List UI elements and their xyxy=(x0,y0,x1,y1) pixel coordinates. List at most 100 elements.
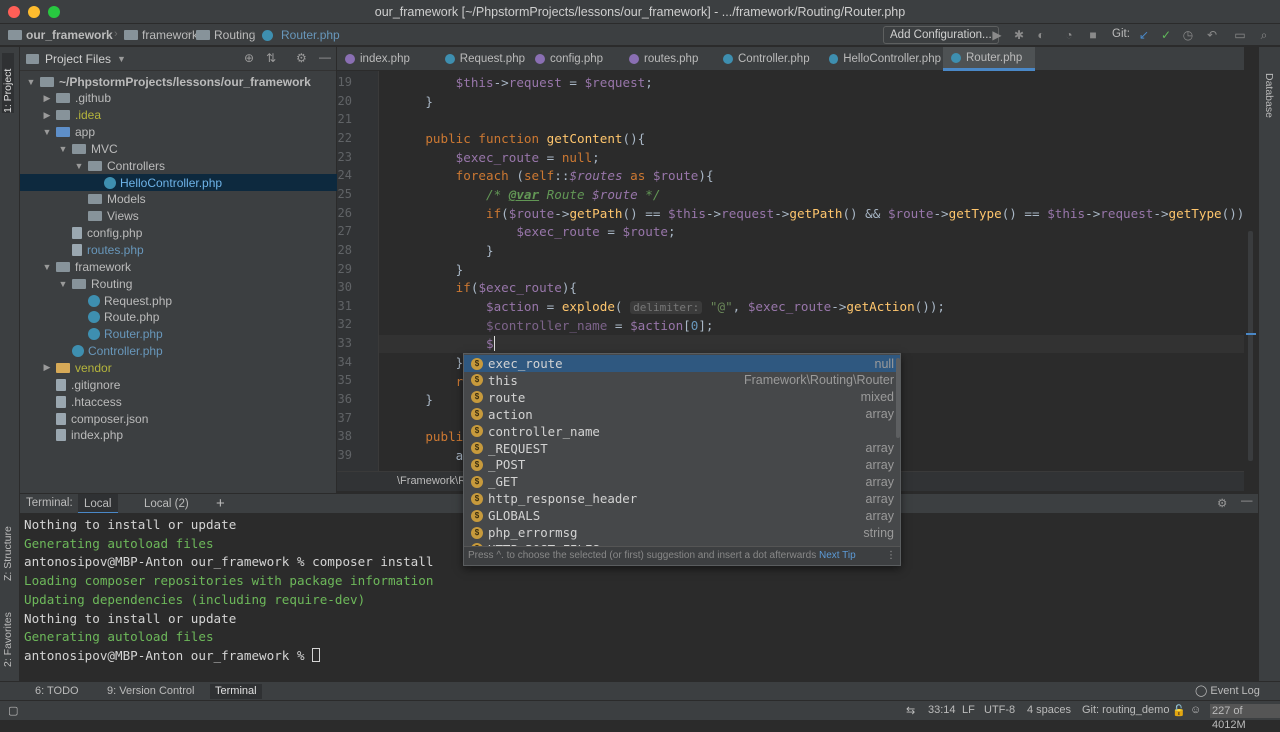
tree-item[interactable]: ▼ Controllers xyxy=(20,157,337,174)
tree-item-label: app xyxy=(75,125,96,140)
tool-tab-structure[interactable]: Z: Structure xyxy=(2,517,14,581)
completion-scrollbar[interactable] xyxy=(896,358,900,438)
tree-item[interactable]: Route.php xyxy=(20,309,337,326)
tool-tab-version-control[interactable]: 9: Version Control xyxy=(102,684,199,699)
breadcrumb-project[interactable]: our_framework xyxy=(8,27,113,43)
tree-item[interactable]: ▶ vendor xyxy=(20,359,337,376)
tree-item[interactable]: ▼ ~/PhpstormProjects/lessons/our_framewor… xyxy=(20,73,337,90)
next-tip-link[interactable]: Next Tip xyxy=(819,550,856,561)
tree-item[interactable]: Request.php xyxy=(20,292,337,309)
completion-item[interactable]: $ GLOBALS array xyxy=(464,507,900,524)
completion-item[interactable]: $ this Framework\Routing\Router xyxy=(464,372,900,389)
completion-item[interactable]: $ http_response_header array xyxy=(464,490,900,507)
tree-item[interactable]: ▼ Routing xyxy=(20,275,337,292)
more-icon[interactable]: ⋮ xyxy=(886,547,896,565)
search-everywhere-icon[interactable]: ⌕ xyxy=(1257,28,1271,42)
git-commit-icon[interactable]: ✓ xyxy=(1159,28,1173,42)
indent-setting[interactable]: 4 spaces xyxy=(1027,704,1071,716)
tree-item[interactable]: Router.php xyxy=(20,326,337,343)
terminal-tab-local-2[interactable]: Local (2) xyxy=(138,494,195,514)
editor-tab-label: config.php xyxy=(550,53,604,65)
add-configuration-button[interactable]: Add Configuration... xyxy=(883,26,999,44)
tree-item[interactable]: ▼ framework xyxy=(20,258,337,275)
chevron-down-icon[interactable]: ▼ xyxy=(58,279,68,289)
chevron-down-icon[interactable]: ▼ xyxy=(26,77,36,87)
tree-item[interactable]: Views xyxy=(20,208,337,225)
gear-icon[interactable]: ⚙ xyxy=(1217,496,1227,510)
completion-item[interactable]: $ action array xyxy=(464,406,900,423)
editor-tab[interactable]: HelloController.php xyxy=(821,47,941,71)
chevron-right-icon[interactable]: ▶ xyxy=(42,362,52,373)
chevron-down-icon[interactable]: ▼ xyxy=(58,144,68,154)
completion-item[interactable]: $ php_errormsg string xyxy=(464,524,900,541)
git-history-icon[interactable]: ◷ xyxy=(1181,28,1195,42)
tree-item[interactable]: ▶ .github xyxy=(20,90,337,107)
tree-item[interactable]: Controller.php xyxy=(20,343,337,360)
completion-item-type: string xyxy=(863,525,894,540)
tree-item[interactable]: .htaccess xyxy=(20,393,337,410)
collapse-all-icon[interactable]: ⇅ xyxy=(266,51,276,65)
project-view-selector[interactable]: Project Files xyxy=(45,52,111,66)
event-log-button[interactable]: ◯ Event Log xyxy=(1190,684,1265,699)
gear-icon[interactable]: ⚙ xyxy=(296,51,307,65)
chevron-down-icon[interactable]: ▼ xyxy=(117,54,126,64)
editor-tab[interactable]: index.php xyxy=(337,47,435,71)
tool-tab-todo[interactable]: 6: TODO xyxy=(30,684,84,699)
editor-tab[interactable]: config.php xyxy=(527,47,619,71)
chevron-down-icon[interactable]: ▼ xyxy=(42,262,52,272)
toggle-tool-windows-icon[interactable]: ▢ xyxy=(8,704,18,717)
tool-tab-favorites[interactable]: 2: Favorites xyxy=(2,603,14,667)
completion-item[interactable]: $ exec_route null xyxy=(464,355,900,372)
caret-position[interactable]: 33:14 xyxy=(928,704,956,716)
completion-item-type: null xyxy=(874,356,894,371)
chevron-right-icon[interactable]: ▶ xyxy=(42,110,52,121)
tree-item[interactable]: Models xyxy=(20,191,337,208)
editor-tab[interactable]: routes.php xyxy=(621,47,713,71)
file-encoding[interactable]: UTF-8 xyxy=(984,704,1015,716)
new-terminal-tab-button[interactable]: + xyxy=(216,495,225,512)
tree-item[interactable]: config.php xyxy=(20,225,337,242)
completion-item[interactable]: $ route mixed xyxy=(464,389,900,406)
locate-file-icon[interactable]: ⊕ xyxy=(244,51,254,65)
lock-icon[interactable]: 🔓 xyxy=(1172,704,1186,717)
run-icon[interactable]: ▶ xyxy=(990,28,1004,42)
hide-panel-icon[interactable]: — xyxy=(319,50,331,64)
hide-panel-icon[interactable]: — xyxy=(1241,495,1253,507)
git-update-icon[interactable]: ↙ xyxy=(1137,28,1151,42)
editor-tab[interactable]: Router.php xyxy=(943,47,1035,71)
memory-indicator[interactable]: 227 of 4012M xyxy=(1210,704,1280,731)
chevron-right-icon[interactable]: ▶ xyxy=(42,93,52,104)
editor-tab[interactable]: Controller.php xyxy=(715,47,819,71)
breadcrumb-routing[interactable]: Routing xyxy=(196,27,255,43)
chevron-down-icon[interactable]: ▼ xyxy=(42,127,52,137)
chevron-down-icon[interactable]: ▼ xyxy=(74,161,84,171)
completion-item[interactable]: $ _REQUEST array xyxy=(464,440,900,457)
layout-icon[interactable]: ▭ xyxy=(1233,28,1247,42)
coverage-icon[interactable]: ◐ xyxy=(1034,28,1048,42)
completion-item[interactable]: $ _GET array xyxy=(464,473,900,490)
tree-item[interactable]: ▼ MVC xyxy=(20,140,337,157)
line-separator[interactable]: LF xyxy=(962,704,975,716)
tool-tab-terminal[interactable]: Terminal xyxy=(210,684,262,699)
breadcrumb-router-php[interactable]: Router.php xyxy=(262,27,340,43)
scrollbar-thumb[interactable] xyxy=(1248,231,1253,461)
editor-tab[interactable]: Request.php xyxy=(437,47,525,71)
tree-item[interactable]: composer.json xyxy=(20,410,337,427)
profile-icon[interactable]: ◔ xyxy=(1062,28,1076,42)
stop-icon[interactable]: ■ xyxy=(1086,28,1100,42)
tree-item[interactable]: ▶ .idea xyxy=(20,107,337,124)
debug-icon[interactable]: ✱ xyxy=(1012,28,1026,42)
tree-item[interactable]: .gitignore xyxy=(20,376,337,393)
git-branch[interactable]: Git: routing_demo xyxy=(1082,704,1169,716)
tree-item[interactable]: ▼ app xyxy=(20,124,337,141)
editor-scrollbar[interactable] xyxy=(1244,71,1258,471)
tool-tab-database[interactable]: Database xyxy=(1263,73,1275,118)
git-rollback-icon[interactable]: ↶ xyxy=(1205,28,1219,42)
completion-item[interactable]: $ _POST array xyxy=(464,456,900,473)
tree-item[interactable]: index.php xyxy=(20,427,337,444)
completion-item[interactable]: $ controller_name xyxy=(464,423,900,440)
tool-tab-project[interactable]: 1: Project xyxy=(2,53,14,113)
tree-item[interactable]: routes.php xyxy=(20,242,337,259)
tree-item[interactable]: HelloController.php xyxy=(20,174,337,192)
terminal-tab-local[interactable]: Local xyxy=(78,494,118,514)
